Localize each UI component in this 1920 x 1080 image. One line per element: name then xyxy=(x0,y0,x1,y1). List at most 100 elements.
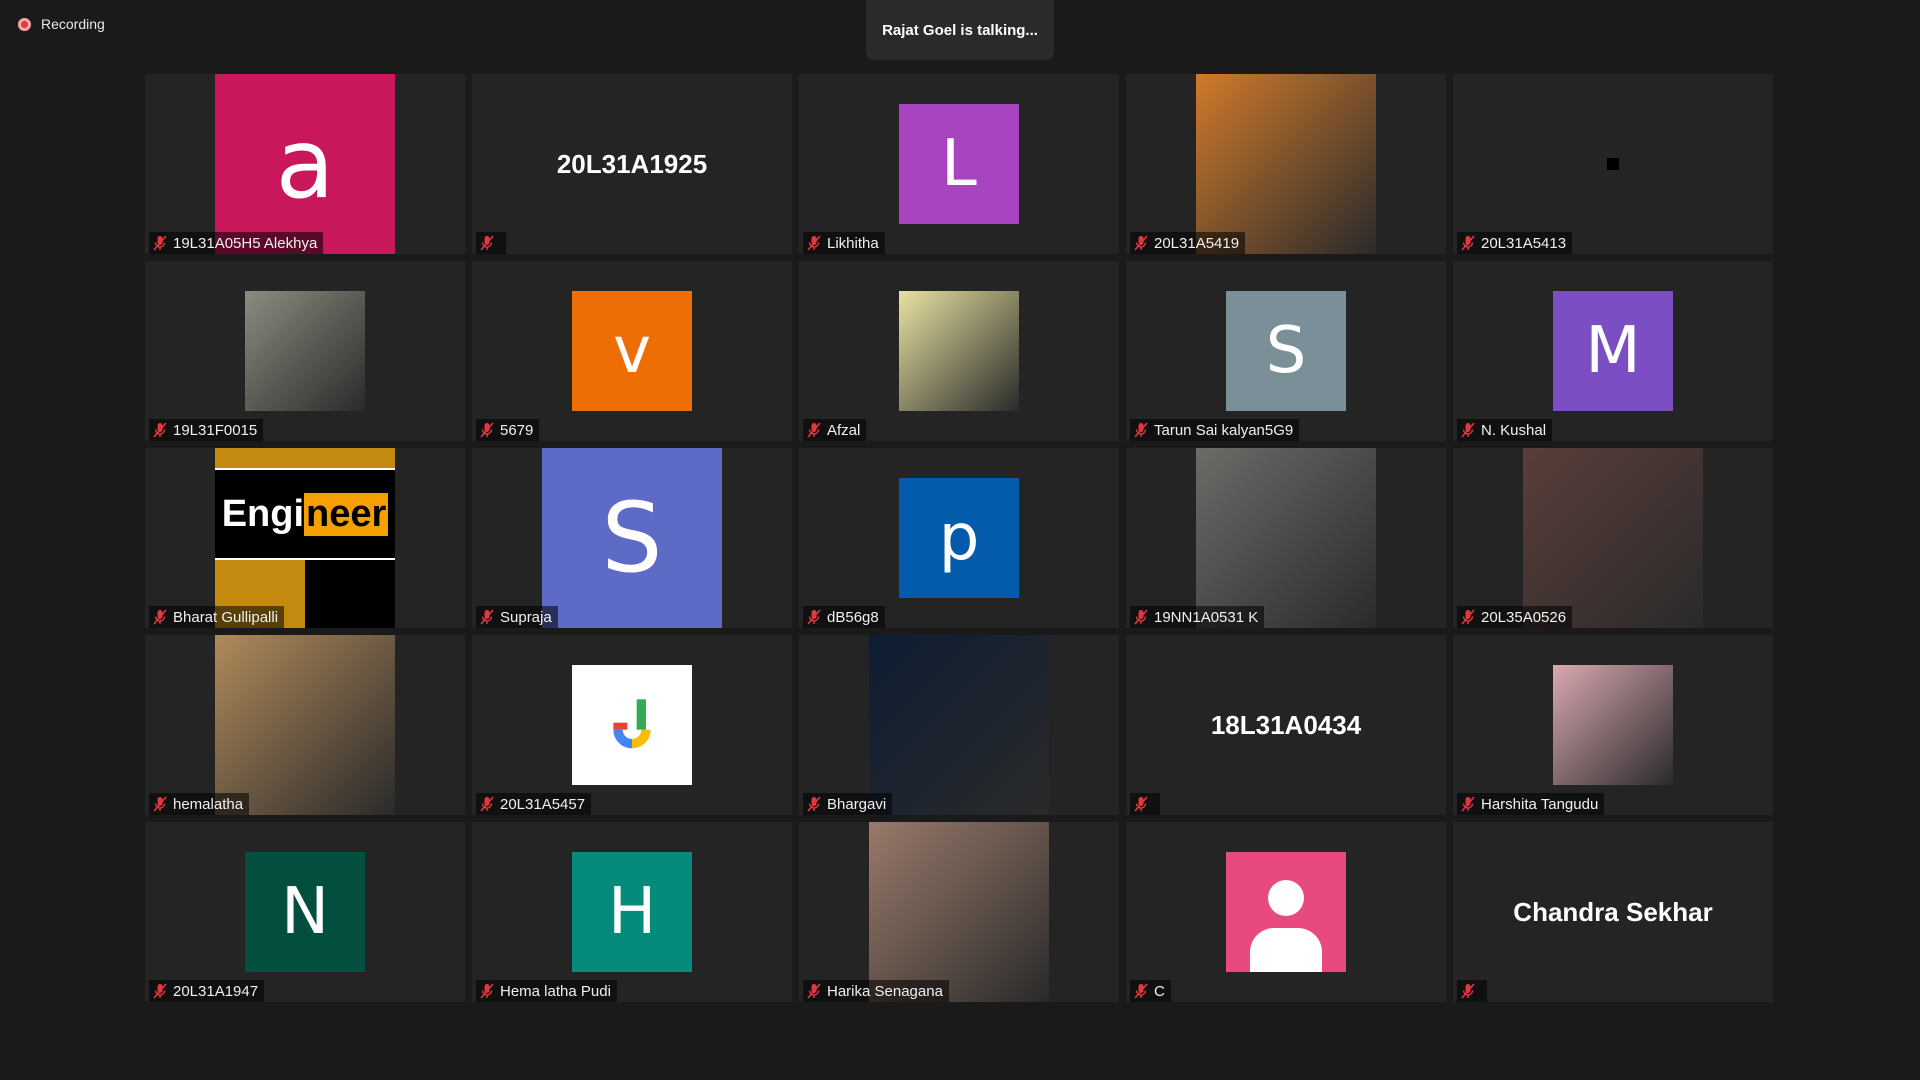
participant-tile[interactable]: v 5679 xyxy=(472,261,792,441)
avatar-photo: Engi neer xyxy=(215,448,395,628)
participant-name-label xyxy=(1130,793,1160,815)
avatar-photo xyxy=(1553,665,1673,785)
mic-muted-icon xyxy=(480,609,494,625)
mic-muted-icon xyxy=(480,796,494,812)
avatar: S xyxy=(1226,291,1346,411)
participant-tile[interactable]: N 20L31A1947 xyxy=(145,822,465,1002)
participant-tile[interactable]: hemalatha xyxy=(145,635,465,815)
participant-name-label: Tarun Sai kalyan5G9 xyxy=(1130,419,1300,441)
avatar: S xyxy=(542,448,722,628)
talking-indicator: Rajat Goel is talking... xyxy=(866,0,1054,60)
mic-muted-icon xyxy=(1134,235,1148,251)
recording-label: Recording xyxy=(41,16,105,32)
participant-name-label: 19L31F0015 xyxy=(149,419,264,441)
avatar-photo xyxy=(899,291,1019,411)
participant-tile[interactable]: H Hema latha Pudi xyxy=(472,822,792,1002)
participant-name-label: Harika Senagana xyxy=(803,980,949,1002)
participant-tile[interactable]: M N. Kushal xyxy=(1453,261,1773,441)
participant-tile[interactable]: 20L31A5457 xyxy=(472,635,792,815)
participant-display-name: 18L31A0434 xyxy=(1210,709,1362,740)
participant-tile[interactable]: L Likhitha xyxy=(799,74,1119,254)
participant-name: C xyxy=(1154,982,1165,1000)
participant-name-label xyxy=(1457,980,1487,1002)
avatar: L xyxy=(899,104,1019,224)
participant-name: Bharat Gullipalli xyxy=(173,608,279,626)
avatar: H xyxy=(572,852,692,972)
participant-name: N. Kushal xyxy=(1481,421,1547,439)
person-silhouette-icon xyxy=(1226,852,1346,972)
avatar-photo xyxy=(1523,448,1703,628)
participant-name-label: 20L31A5419 xyxy=(1130,232,1246,254)
participant-name-label: 20L31A1947 xyxy=(149,980,265,1002)
participant-tile[interactable]: 20L31A1925 xyxy=(472,74,792,254)
avatar: a xyxy=(215,74,395,254)
participant-display-name: 20L31A1925 xyxy=(556,148,708,179)
mic-muted-icon xyxy=(1461,983,1475,999)
recording-icon xyxy=(18,17,31,31)
participant-tile[interactable]: 20L31A5419 xyxy=(1126,74,1446,254)
mic-muted-icon xyxy=(1461,796,1475,812)
mic-muted-icon xyxy=(480,235,494,251)
participant-tile[interactable]: Chandra Sekhar xyxy=(1453,822,1773,1002)
participant-tile[interactable]: 19L31F0015 xyxy=(145,261,465,441)
participant-tile[interactable]: C xyxy=(1126,822,1446,1002)
recording-indicator: Recording xyxy=(18,16,105,32)
mic-muted-icon xyxy=(807,609,821,625)
avatar-photo xyxy=(869,822,1049,1002)
participant-name: Likhitha xyxy=(827,234,879,252)
participant-tile[interactable]: 20L31A5413 xyxy=(1453,74,1773,254)
participant-name-label: Bhargavi xyxy=(803,793,893,815)
participant-display-name: Chandra Sekhar xyxy=(1513,896,1713,927)
participant-name: Harika Senagana xyxy=(827,982,943,1000)
avatar-photo xyxy=(572,665,692,785)
participant-name: 20L31A1947 xyxy=(173,982,259,1000)
mic-muted-icon xyxy=(480,983,494,999)
participant-tile[interactable]: 20L35A0526 xyxy=(1453,448,1773,628)
participant-name-label: 20L31A5457 xyxy=(476,793,592,815)
participant-name-label: 20L35A0526 xyxy=(1457,606,1573,628)
participant-tile[interactable]: S Supraja xyxy=(472,448,792,628)
participant-tile[interactable]: Engi neer Bharat Gullipalli xyxy=(145,448,465,628)
participant-name: dB56g8 xyxy=(827,608,879,626)
mic-muted-icon xyxy=(480,422,494,438)
mic-muted-icon xyxy=(1461,609,1475,625)
mic-muted-icon xyxy=(807,422,821,438)
mic-muted-icon xyxy=(807,796,821,812)
participant-name: Bhargavi xyxy=(827,795,887,813)
avatar: N xyxy=(245,852,365,972)
participant-name-label: 5679 xyxy=(476,419,540,441)
mic-muted-icon xyxy=(1461,235,1475,251)
avatar-photo xyxy=(1196,448,1376,628)
participant-name-label: Bharat Gullipalli xyxy=(149,606,285,628)
participant-tile[interactable]: Bhargavi xyxy=(799,635,1119,815)
participant-name: Supraja xyxy=(500,608,552,626)
participant-name: 5679 xyxy=(500,421,534,439)
participant-tile[interactable]: 18L31A0434 xyxy=(1126,635,1446,815)
participant-name: 20L31A5413 xyxy=(1481,234,1567,252)
participant-name: Hema latha Pudi xyxy=(500,982,611,1000)
avatar-photo xyxy=(869,635,1049,815)
participant-tile[interactable]: S Tarun Sai kalyan5G9 xyxy=(1126,261,1446,441)
participant-name-label: Harshita Tangudu xyxy=(1457,793,1605,815)
participant-tile[interactable]: Harika Senagana xyxy=(799,822,1119,1002)
participant-tile[interactable]: a 19L31A05H5 Alekhya xyxy=(145,74,465,254)
participant-name: 19L31A05H5 Alekhya xyxy=(173,234,318,252)
participant-name-label: Likhitha xyxy=(803,232,885,254)
participant-name: 20L31A5419 xyxy=(1154,234,1240,252)
mic-muted-icon xyxy=(1461,422,1475,438)
participant-name: 20L35A0526 xyxy=(1481,608,1567,626)
mic-muted-icon xyxy=(1134,796,1148,812)
logo-text-highlight: neer xyxy=(304,492,389,536)
participant-name: Afzal xyxy=(827,421,861,439)
participant-name: hemalatha xyxy=(173,795,244,813)
participant-tile[interactable]: Harshita Tangudu xyxy=(1453,635,1773,815)
participant-tile[interactable]: Afzal xyxy=(799,261,1119,441)
participant-tile[interactable]: p dB56g8 xyxy=(799,448,1119,628)
j-logo-icon xyxy=(613,699,651,749)
participant-grid: a 19L31A05H5 Alekhya 20L31A1925 L Likhit… xyxy=(145,74,1773,1002)
participant-name-label: 20L31A5413 xyxy=(1457,232,1573,254)
video-placeholder xyxy=(1607,158,1619,170)
participant-name: 19L31F0015 xyxy=(173,421,258,439)
participant-tile[interactable]: 19NN1A0531 K xyxy=(1126,448,1446,628)
avatar: p xyxy=(899,478,1019,598)
